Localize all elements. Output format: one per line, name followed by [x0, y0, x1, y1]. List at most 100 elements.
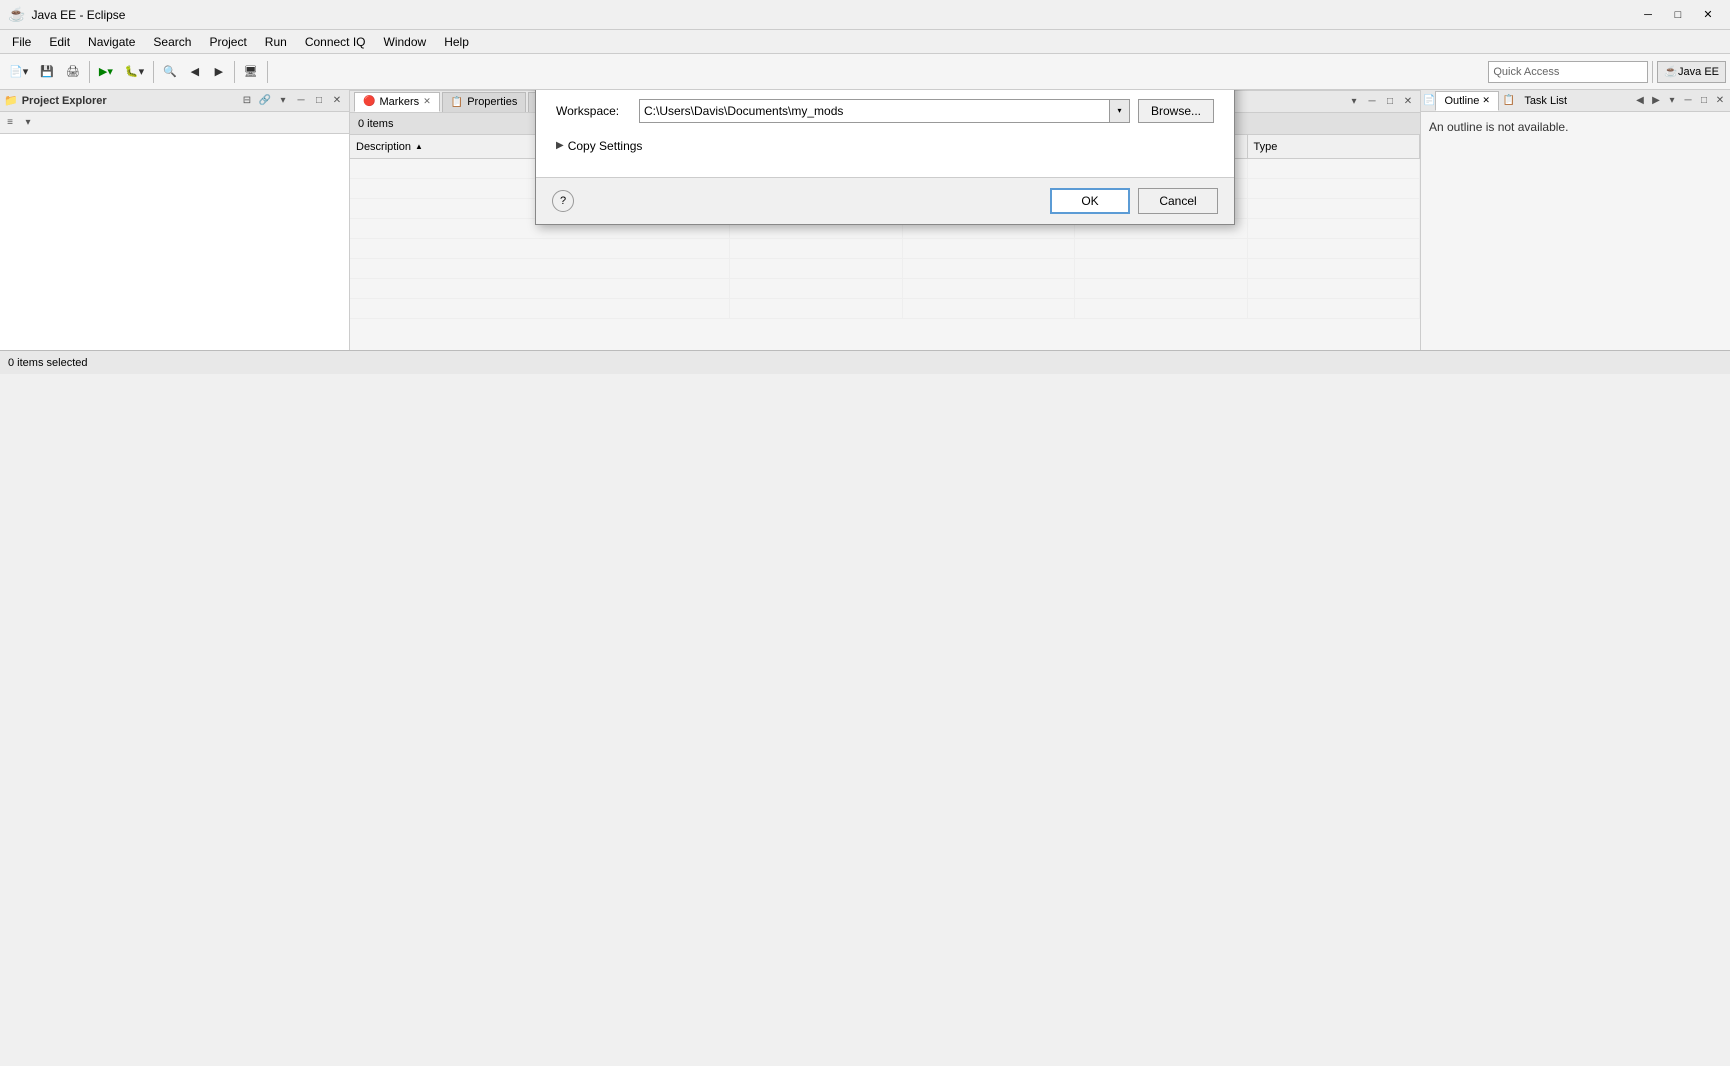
quick-access-input[interactable]: Quick Access: [1488, 61, 1648, 83]
cell-type-7: [1248, 279, 1421, 298]
workspace-dropdown-btn[interactable]: ▾: [1109, 100, 1129, 122]
tab-markers[interactable]: 🔴 Markers ✕: [354, 92, 440, 112]
tab-task-list[interactable]: Task List: [1515, 91, 1576, 111]
menu-run[interactable]: Run: [257, 31, 295, 53]
panel-maximize-btn[interactable]: □: [311, 93, 327, 109]
toolbar-small-2[interactable]: ▾: [20, 115, 36, 131]
app-icon: ☕: [8, 6, 25, 23]
dialog-content: Select a workspace Eclipse stores your p…: [536, 90, 1234, 177]
properties-tab-label: Properties: [467, 96, 517, 108]
right-panel-back-btn[interactable]: ◀: [1632, 93, 1648, 109]
copy-settings-row[interactable]: ▶ Copy Settings: [556, 139, 1214, 153]
items-count-label: 0 items: [358, 118, 393, 130]
right-panel: 📄 Outline ✕ 📋 Task List ◀ ▶ ▾ ─ □ ✕ An o…: [1420, 90, 1730, 350]
right-panel-maximize-btn[interactable]: □: [1696, 93, 1712, 109]
menu-search[interactable]: Search: [145, 31, 199, 53]
outline-message: An outline is not available.: [1421, 112, 1730, 142]
ok-button[interactable]: OK: [1050, 188, 1130, 214]
bottom-panel-menu-btn[interactable]: ▾: [1346, 94, 1362, 110]
markers-icon: 🔴: [363, 96, 375, 107]
toolbar-small-1[interactable]: ≡: [2, 115, 18, 131]
toolbar-search-btn[interactable]: 🔍: [158, 58, 182, 86]
outline-tab-close-icon[interactable]: ✕: [1482, 95, 1490, 106]
cell-loc-6: [1075, 259, 1248, 278]
right-panel-tabs: 📄 Outline ✕ 📋 Task List ◀ ▶ ▾ ─ □ ✕: [1421, 90, 1730, 112]
bottom-panel-maximize-btn[interactable]: □: [1382, 94, 1398, 110]
workspace-input-container[interactable]: ▾: [639, 99, 1130, 123]
main-work-area: 📁 Project Explorer ⊟ 🔗 ▾ ─ □ ✕ ≡ ▾: [0, 90, 1730, 350]
menu-file[interactable]: File: [4, 31, 39, 53]
menu-edit[interactable]: Edit: [41, 31, 78, 53]
toolbar-back-btn[interactable]: ◀: [184, 58, 206, 86]
cancel-button[interactable]: Cancel: [1138, 188, 1218, 214]
title-bar: ☕ Java EE - Eclipse ─ □ ✕: [0, 0, 1730, 30]
toolbar-save-btn[interactable]: 💾: [35, 58, 59, 86]
menu-help[interactable]: Help: [436, 31, 477, 53]
right-panel-close-btn[interactable]: ✕: [1712, 93, 1728, 109]
workspace-label: Workspace:: [556, 104, 631, 118]
table-row: [350, 239, 1420, 259]
menu-window[interactable]: Window: [376, 31, 435, 53]
workspace-input[interactable]: [640, 100, 1109, 122]
menu-project[interactable]: Project: [201, 31, 254, 53]
right-panel-menu-btn[interactable]: ▾: [1664, 93, 1680, 109]
toolbar-print-btn[interactable]: 🖨: [61, 58, 85, 86]
minimize-button[interactable]: ─: [1634, 4, 1662, 26]
title-bar-left: ☕ Java EE - Eclipse: [8, 6, 125, 23]
cell-res-8: [730, 299, 903, 318]
toolbar-debug-btn[interactable]: 🐛▾: [120, 58, 149, 86]
panel-menu-btn[interactable]: ▾: [275, 93, 291, 109]
perspective-icon: ☕: [1664, 65, 1678, 78]
right-panel-forward-btn[interactable]: ▶: [1648, 93, 1664, 109]
panel-close-btn[interactable]: ✕: [329, 93, 345, 109]
dialog-bottom-left: ?: [552, 190, 574, 212]
toolbar-sep2: [153, 61, 154, 83]
collapse-all-btn[interactable]: ⊟: [239, 93, 255, 109]
help-button[interactable]: ?: [552, 190, 574, 212]
cell-type-8: [1248, 299, 1421, 318]
bottom-panel-close-btn[interactable]: ✕: [1400, 94, 1416, 110]
toolbar-monitor-btn[interactable]: 🖥: [239, 58, 263, 86]
toolbar: 📄▾ 💾 🖨 ▶▾ 🐛▾ 🔍 ◀ ▶ 🖥 Quick Access ☕ Java…: [0, 54, 1730, 90]
maximize-button[interactable]: □: [1664, 4, 1692, 26]
workspace-launcher-dialog: ⚙ Workspace Launcher ✕ Select a workspac…: [535, 90, 1235, 225]
workspace-row: Workspace: ▾ Browse...: [556, 99, 1214, 123]
cell-res-5: [730, 239, 903, 258]
browse-button[interactable]: Browse...: [1138, 99, 1214, 123]
toolbar-new-btn[interactable]: 📄▾: [4, 58, 33, 86]
menu-navigate[interactable]: Navigate: [80, 31, 143, 53]
cell-res-6: [730, 259, 903, 278]
tab-properties[interactable]: 📋 Properties: [442, 92, 527, 112]
cell-loc-5: [1075, 239, 1248, 258]
perspective-btn[interactable]: ☕ Java EE: [1657, 61, 1726, 83]
table-row: [350, 259, 1420, 279]
markers-close-icon[interactable]: ✕: [423, 96, 431, 107]
cell-path-6: [903, 259, 1076, 278]
right-panel-minimize-btn[interactable]: ─: [1680, 93, 1696, 109]
outline-tab-label: Outline: [1444, 95, 1479, 107]
cell-path-7: [903, 279, 1076, 298]
bottom-panel-minimize-btn[interactable]: ─: [1364, 94, 1380, 110]
tab-outline[interactable]: Outline ✕: [1435, 91, 1498, 111]
cell-desc-5: [350, 239, 730, 258]
toolbar-forward-btn[interactable]: ▶: [208, 58, 230, 86]
toolbar-sep1: [89, 61, 90, 83]
close-window-button[interactable]: ✕: [1694, 4, 1722, 26]
panel-minimize-btn[interactable]: ─: [293, 93, 309, 109]
link-editor-btn[interactable]: 🔗: [257, 93, 273, 109]
copy-settings-arrow-icon: ▶: [556, 140, 564, 151]
dialog-buttons: OK Cancel: [1050, 188, 1218, 214]
dialog-bottom-area: ? OK Cancel: [536, 177, 1234, 224]
perspective-label: Java EE: [1678, 66, 1719, 78]
menu-bar: File Edit Navigate Search Project Run Co…: [0, 30, 1730, 54]
markers-tab-label: Markers: [379, 96, 419, 108]
panel-controls: ⊟ 🔗 ▾ ─ □ ✕: [239, 93, 345, 109]
app-title: Java EE - Eclipse: [31, 8, 125, 22]
project-explorer-icon: 📁: [4, 94, 18, 107]
status-bar: 0 items selected: [0, 350, 1730, 374]
menu-connectiq[interactable]: Connect IQ: [297, 31, 374, 53]
cell-type-3: [1248, 199, 1421, 218]
toolbar-run-btn[interactable]: ▶▾: [94, 58, 118, 86]
cell-type-2: [1248, 179, 1421, 198]
cell-type-4: [1248, 219, 1421, 238]
